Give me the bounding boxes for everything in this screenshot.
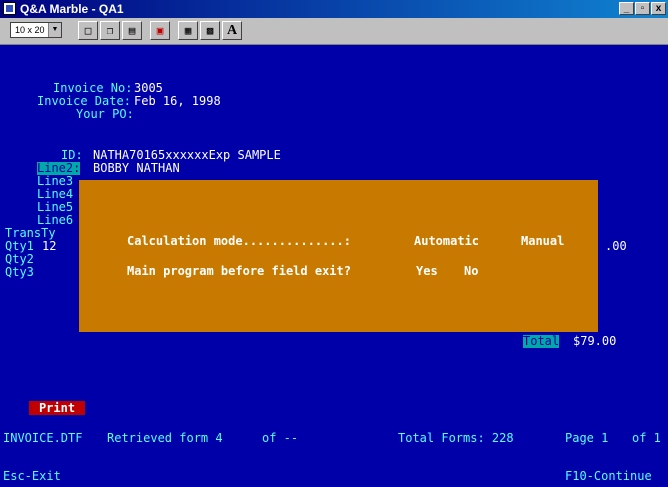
amount-field[interactable]: .00 xyxy=(605,240,627,253)
status-page: Page 1 xyxy=(565,431,609,445)
main-yes-option[interactable]: Yes xyxy=(416,265,438,278)
line2-field[interactable]: BOBBY NATHAN xyxy=(93,162,180,175)
select-icon[interactable]: □ xyxy=(78,21,98,40)
esc-exit-key[interactable]: Esc-Exit xyxy=(3,470,61,483)
qty1-field[interactable]: 12 xyxy=(42,240,56,253)
app-icon xyxy=(3,2,16,15)
font-size-select[interactable]: 10 x 20 ▼ xyxy=(10,22,62,38)
fullscreen-icon[interactable]: ▣ xyxy=(150,21,170,40)
calc-automatic-option[interactable]: Automatic xyxy=(414,235,479,248)
total-field[interactable]: $79.00 xyxy=(573,335,616,348)
status-page-of: of 1 xyxy=(632,431,661,445)
properties-icon[interactable]: ▦ xyxy=(178,21,198,40)
font-icon[interactable]: A xyxy=(222,21,242,40)
your-po-label: Your PO: xyxy=(76,107,134,121)
calc-manual-option[interactable]: Manual xyxy=(521,235,564,248)
total-label: Total xyxy=(523,334,560,348)
f10-continue-key[interactable]: F10-Continue xyxy=(565,470,652,483)
qty3-label: Qty3 xyxy=(5,265,34,279)
minimize-button[interactable]: _ xyxy=(619,2,634,15)
status-file: INVOICE.DTF xyxy=(3,431,83,445)
chevron-down-icon[interactable]: ▼ xyxy=(48,23,61,37)
window-title: Q&A Marble - QA1 xyxy=(20,2,124,16)
main-no-option[interactable]: No xyxy=(464,265,478,278)
status-retrieved: Retrieved form 4 xyxy=(107,431,223,445)
dos-screen: Invoice No: 3005 Invoice Date: Feb 16, 1… xyxy=(0,45,668,487)
copy-icon[interactable]: ❐ xyxy=(100,21,120,40)
background-icon[interactable]: ▩ xyxy=(200,21,220,40)
close-button[interactable]: x xyxy=(651,2,666,15)
title-bar: Q&A Marble - QA1 _ ▫ x xyxy=(0,0,668,18)
status-total-forms: Total Forms: 228 xyxy=(398,431,514,445)
paste-icon[interactable]: ▤ xyxy=(122,21,142,40)
toolbar: 10 x 20 ▼ □ ❐ ▤ ▣ ▦ ▩ A xyxy=(0,18,668,45)
calc-mode-label: Calculation mode..............: xyxy=(127,234,351,248)
options-dialog: Calculation mode..............: Automati… xyxy=(79,180,598,332)
print-button[interactable]: Print xyxy=(29,401,85,415)
invoice-date-field[interactable]: Feb 16, 1998 xyxy=(134,95,221,108)
status-of: of -- xyxy=(262,431,299,445)
font-size-value: 10 x 20 xyxy=(15,25,45,35)
main-program-label: Main program before field exit? xyxy=(127,264,351,278)
maximize-button[interactable]: ▫ xyxy=(635,2,650,15)
